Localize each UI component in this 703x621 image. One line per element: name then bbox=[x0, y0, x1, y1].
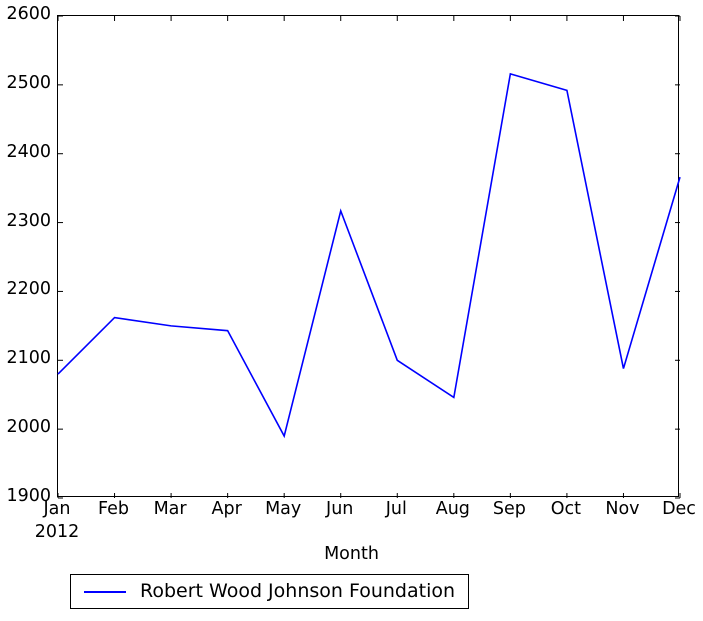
x-axis-tick-label: Apr bbox=[211, 499, 242, 519]
x-axis-tick-label: Mar bbox=[153, 499, 187, 519]
x-axis-title: Month bbox=[324, 544, 379, 564]
x-axis-tick-label: Aug bbox=[435, 499, 470, 519]
legend-entry-label: Robert Wood Johnson Foundation bbox=[140, 580, 456, 602]
legend-line-swatch bbox=[84, 590, 126, 593]
x-axis-tick-label: Jul bbox=[385, 499, 407, 519]
x-axis-tick-label: Nov bbox=[605, 499, 640, 519]
x-axis-tick-label: Sep bbox=[492, 499, 526, 519]
chart-legend: Robert Wood Johnson Foundation bbox=[70, 574, 470, 609]
x-axis-tick-label: Dec bbox=[662, 499, 696, 519]
chart-figure: 1900 2000 2100 2200 2300 2400 2500 2600 Jan 2012… bbox=[0, 0, 703, 621]
x-axis-tick-label: Oct bbox=[550, 499, 582, 519]
x-axis-tick-label: Jun bbox=[326, 499, 354, 519]
x-axis-tick-label: Jan bbox=[43, 499, 71, 519]
x-axis-tick-label: May bbox=[265, 499, 302, 519]
x-axis-tick-label: Feb bbox=[98, 499, 130, 519]
x-axis-tick-labels: Jan 2012 Feb Mar Apr May Jun Jul Aug Sep Oct Nov Dec bbox=[0, 0, 703, 621]
x-axis-tick-sublabel: 2012 bbox=[34, 522, 80, 542]
